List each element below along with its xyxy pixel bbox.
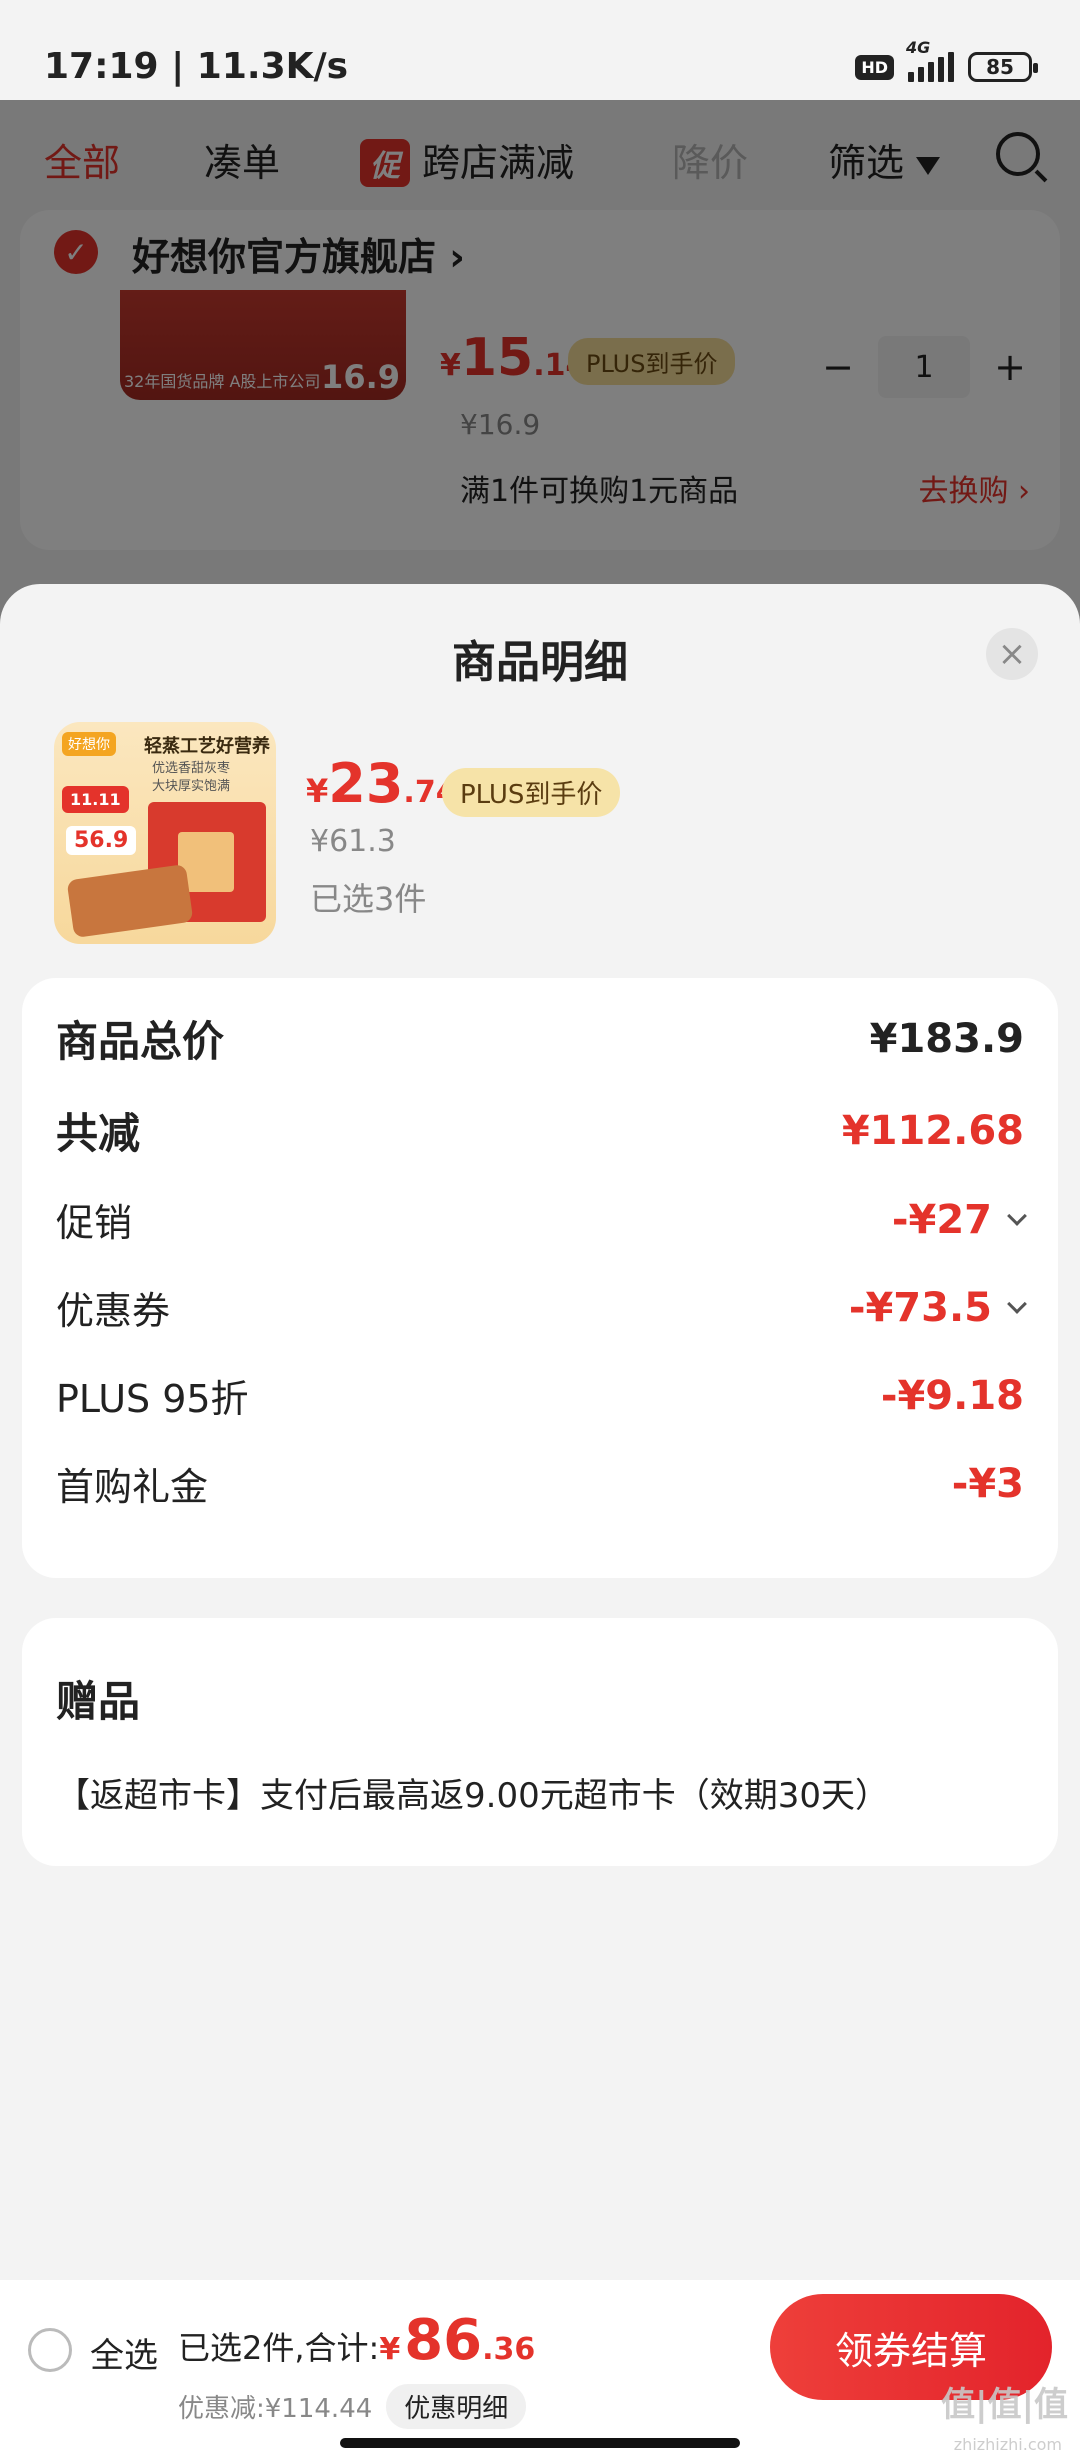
home-indicator[interactable] xyxy=(340,2438,740,2448)
product-image[interactable]: 好想你 轻蒸工艺好营养 优选香甜灰枣 大块厚实饱满 11.11 56.9 xyxy=(54,722,276,944)
battery-icon: 85 xyxy=(968,52,1038,82)
thumb-slogan: 轻蒸工艺好营养 xyxy=(144,736,270,757)
sheet-title: 商品明细 xyxy=(452,637,628,688)
original-price: ¥61.3 xyxy=(310,824,396,859)
plus-discount-row: PLUS 95折 -¥9.18 xyxy=(56,1368,1024,1423)
status-icons: HD 4G 85 xyxy=(855,38,1038,82)
watermark-url: zhizhizhi.com xyxy=(953,2435,1062,2454)
thumb-subtext: 优选香甜灰枣 大块厚实饱满 xyxy=(152,761,231,794)
total-yen: ¥ xyxy=(379,2332,401,2367)
status-bar: 17:19 | 11.3K/s HD 4G 85 xyxy=(0,0,1080,100)
plus-price-badge: PLUS到手价 xyxy=(442,768,621,817)
total-price-value: ¥183.9 xyxy=(869,1015,1024,1062)
gift-description: 【返超市卡】支付后最高返9.00元超市卡（效期30天） xyxy=(56,1776,889,1816)
close-icon[interactable]: × xyxy=(986,628,1038,680)
hd-icon: HD xyxy=(855,54,894,80)
thumb-price: 56.9 xyxy=(66,826,137,855)
coupon-value: -¥73.5 xyxy=(849,1285,1027,1331)
discount-line: 优惠减:¥114.44 优惠明细 xyxy=(178,2384,527,2429)
status-time: 17:19 | 11.3K/s xyxy=(44,46,349,87)
gift-card: 赠品 【返超市卡】支付后最高返9.00元超市卡（效期30天） xyxy=(22,1618,1058,1866)
checkout-bar: 全选 已选2件,合计: ¥ 86 .36 优惠减:¥114.44 优惠明细 领券… xyxy=(0,2280,1080,2460)
plus-discount-value: -¥9.18 xyxy=(880,1372,1024,1419)
total-decimal: .36 xyxy=(482,2332,536,2367)
product-detail-sheet: 商品明细 × 好想你 轻蒸工艺好营养 优选香甜灰枣 大块厚实饱满 11.11 56… xyxy=(0,584,1080,2460)
coupon-row[interactable]: 优惠券 -¥73.5 xyxy=(56,1280,1027,1335)
total-reduce-label: 共减 xyxy=(56,1109,141,1158)
network-type: 4G xyxy=(906,38,931,57)
snack-image xyxy=(66,863,194,939)
discount-amount: 优惠减:¥114.44 xyxy=(178,2394,373,2424)
first-purchase-row: 首购礼金 -¥3 xyxy=(56,1456,1024,1511)
total-reduce-value: ¥112.68 xyxy=(841,1107,1024,1154)
promotion-value: -¥27 xyxy=(892,1197,1027,1243)
plus-discount-label: PLUS 95折 xyxy=(56,1377,249,1421)
promotion-row[interactable]: 促销 -¥27 xyxy=(56,1192,1027,1247)
price-summary-card: 商品总价 ¥183.9 共减 ¥112.68 促销 -¥27 优惠券 -¥73.… xyxy=(22,978,1058,1578)
thumb-tag: 11.11 xyxy=(62,786,129,813)
signal-icon: 4G xyxy=(906,38,954,82)
watermark-logo: 值|值|值 xyxy=(941,2385,1068,2425)
selected-total-label: 已选2件,合计: xyxy=(178,2329,380,2367)
discount-detail-button[interactable]: 优惠明细 xyxy=(386,2384,527,2429)
total-price-label: 商品总价 xyxy=(56,1017,225,1066)
coupon-label: 优惠券 xyxy=(56,1289,171,1333)
total-amount: 86 xyxy=(404,2308,483,2373)
first-purchase-label: 首购礼金 xyxy=(56,1465,209,1509)
select-all-label[interactable]: 全选 xyxy=(90,2328,158,2377)
total-reduce-row: 共减 ¥112.68 xyxy=(56,1100,1024,1161)
select-all-radio[interactable] xyxy=(28,2328,72,2372)
first-purchase-value: -¥3 xyxy=(951,1460,1024,1507)
thumb-brand: 好想你 xyxy=(62,732,116,756)
chevron-down-icon[interactable] xyxy=(1007,1205,1027,1226)
chevron-down-icon[interactable] xyxy=(1007,1293,1027,1314)
product-price: ¥23.74 xyxy=(306,752,457,815)
gift-title: 赠品 xyxy=(56,1677,141,1726)
selected-count: 已选3件 xyxy=(310,880,427,918)
promotion-label: 促销 xyxy=(56,1201,133,1245)
total-line: 已选2件,合计: ¥ 86 .36 xyxy=(178,2308,535,2373)
total-price-row: 商品总价 ¥183.9 xyxy=(56,1008,1024,1069)
